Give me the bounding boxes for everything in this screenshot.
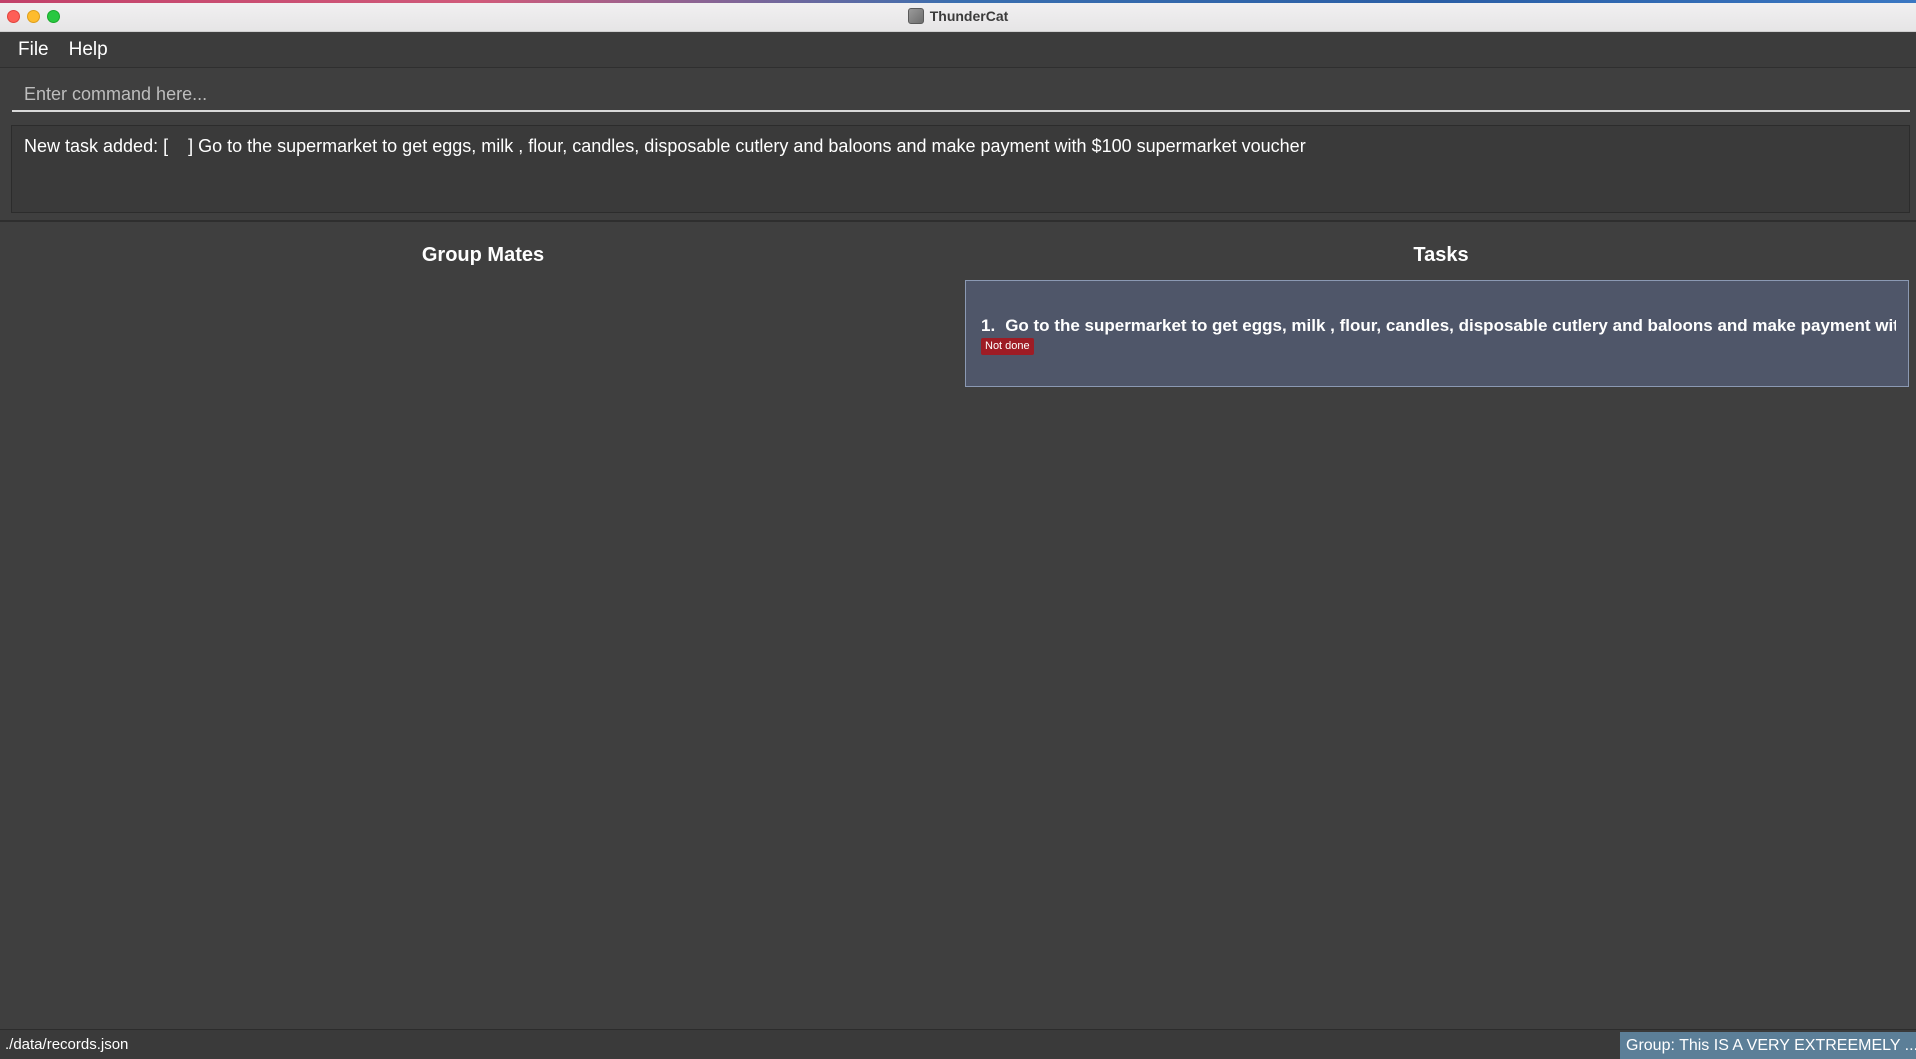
menu-file[interactable]: File: [18, 39, 49, 61]
group-mates-title: Group Mates: [421, 244, 545, 266]
task-description: Go to the supermarket to get eggs, milk …: [1005, 316, 1896, 335]
result-message: New task added: [ ] Go to the supermarke…: [24, 136, 1306, 156]
command-input[interactable]: [12, 78, 1910, 110]
menu-bar: File Help: [0, 33, 1916, 68]
window-title: ThunderCat: [929, 8, 1009, 24]
result-display: New task added: [ ] Go to the supermarke…: [11, 125, 1910, 213]
status-badge: Not done: [981, 338, 1034, 355]
app-icon: [907, 8, 924, 24]
current-group-badge: Group: This IS A VERY EXTREEMELY ...: [1620, 1032, 1916, 1059]
task-title: 1. Go to the supermarket to get eggs, mil…: [981, 316, 1896, 336]
panel-divider: [0, 220, 1916, 222]
app-window: ThunderCat File Help New task added: [ ]…: [0, 0, 1916, 1059]
tasks-title: Tasks: [1413, 244, 1469, 266]
menu-help[interactable]: Help: [69, 39, 108, 61]
task-card[interactable]: 1. Go to the supermarket to get eggs, mil…: [965, 280, 1909, 387]
task-index: 1.: [981, 316, 996, 335]
window-title-group: ThunderCat: [0, 0, 1916, 32]
data-file-path: ./data/records.json: [5, 1036, 129, 1053]
title-bar: ThunderCat: [0, 0, 1916, 32]
command-box: [12, 78, 1910, 112]
status-bar: ./data/records.json Group: This IS A VER…: [0, 1029, 1916, 1059]
